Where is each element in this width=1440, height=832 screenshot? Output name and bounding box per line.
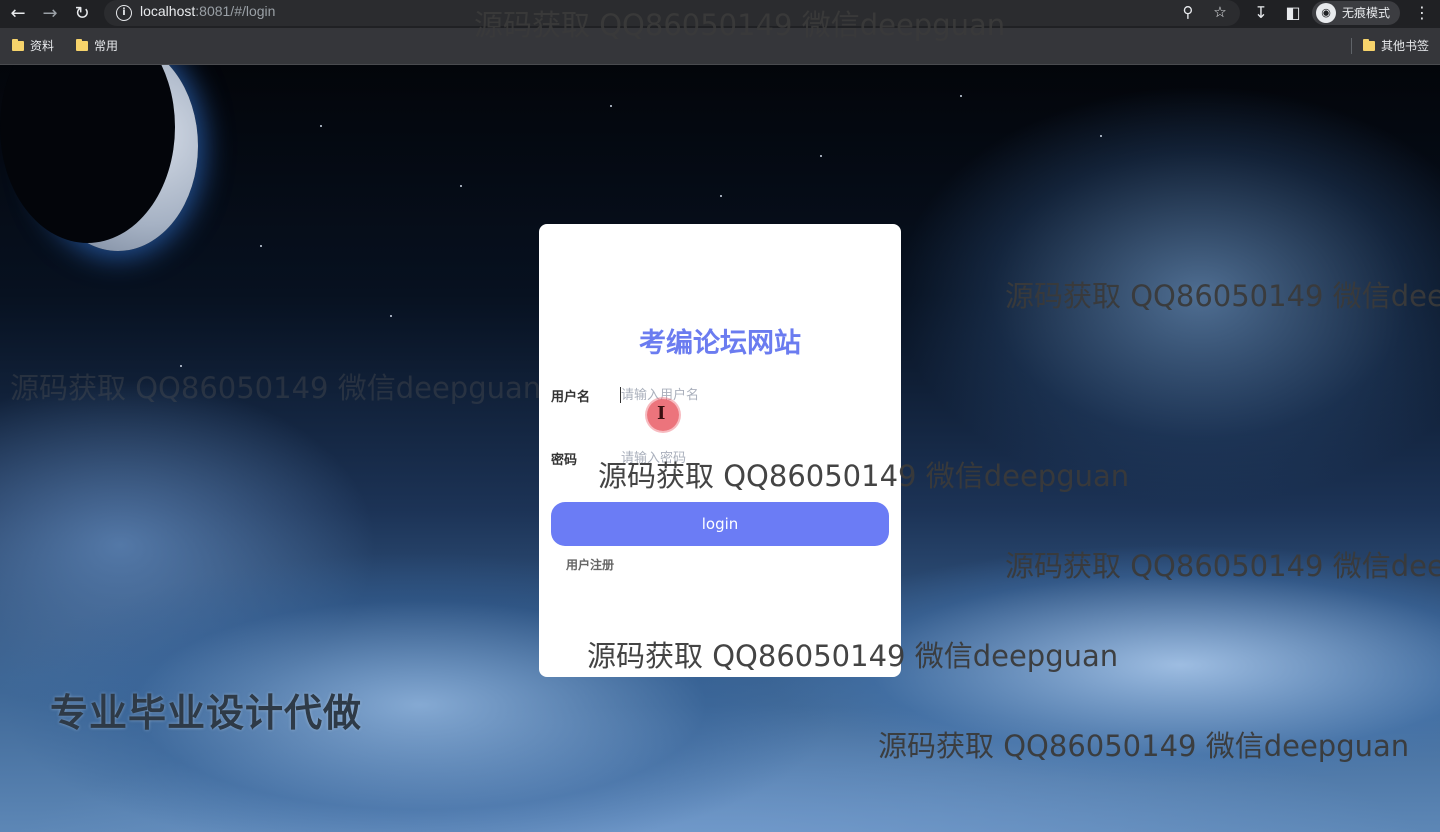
watermark-text: 源码获取 QQ86050149 微信deepguan — [1005, 549, 1440, 583]
reload-icon[interactable]: ↻ — [70, 2, 94, 26]
bookmark-folder-changyong[interactable]: 常用 — [76, 37, 118, 54]
star — [260, 245, 262, 247]
password-label: 密码 — [551, 453, 578, 468]
forward-arrow-icon[interactable]: → — [38, 2, 62, 26]
star — [320, 125, 322, 127]
star — [820, 155, 822, 157]
star — [1100, 135, 1102, 137]
watermark-text: 源码获取 QQ86050149 微信deepguan — [1005, 279, 1440, 313]
bookmark-divider — [1351, 38, 1352, 54]
register-link[interactable]: 用户注册 — [566, 556, 614, 573]
page-title: 考编论坛网站 — [639, 328, 801, 359]
login-page-background: 考编论坛网站 用户名 密码 login 用户注册 I 源码获取 QQ860501… — [0, 65, 1440, 832]
star — [460, 185, 462, 187]
side-panel-icon[interactable]: ◧ — [1282, 3, 1304, 22]
incognito-icon: ◉ — [1316, 3, 1336, 23]
star — [390, 315, 392, 317]
star — [610, 105, 612, 107]
folder-icon — [76, 38, 88, 51]
other-bookmarks[interactable]: 其他书签 — [1363, 37, 1429, 54]
username-label: 用户名 — [551, 390, 591, 405]
back-arrow-icon[interactable]: ← — [6, 2, 30, 26]
incognito-badge[interactable]: ◉ 无痕模式 — [1312, 1, 1401, 25]
address-url[interactable]: localhost:8081/#/login — [140, 3, 275, 19]
star-bookmark-icon[interactable]: ☆ — [1210, 3, 1230, 21]
bookmark-label: 常用 — [94, 39, 119, 53]
bookmark-folder-ziliao[interactable]: 资料 — [12, 37, 54, 54]
watermark-text: 源码获取 QQ86050149 微信deepguan — [474, 8, 1006, 42]
watermark-text: 源码获取 QQ86050149 微信deepguan — [587, 639, 1119, 673]
more-menu-icon[interactable]: ⋮ — [1411, 3, 1433, 22]
promo-text: 专业毕业设计代做 — [50, 691, 363, 735]
bookmark-label: 资料 — [30, 39, 55, 53]
star — [960, 95, 962, 97]
watermark-text: 源码获取 QQ86050149 微信deepguan — [878, 729, 1410, 763]
download-icon[interactable]: ↧ — [1250, 3, 1272, 22]
other-bookmarks-label: 其他书签 — [1381, 39, 1430, 53]
watermark-text: 源码获取 QQ86050149 微信deepguan — [598, 459, 1130, 493]
folder-icon — [1363, 38, 1375, 51]
site-info-icon[interactable]: i — [116, 5, 132, 21]
login-button[interactable]: login — [551, 502, 889, 546]
incognito-label: 无痕模式 — [1342, 6, 1391, 20]
star — [720, 195, 722, 197]
watermark-text-faint: 源码获取 QQ86050149 微信deepguan — [10, 371, 542, 405]
text-caret — [620, 387, 621, 403]
folder-icon — [12, 38, 24, 51]
key-icon[interactable]: ⚲ — [1178, 3, 1198, 21]
login-card: 考编论坛网站 用户名 密码 login 用户注册 — [539, 224, 901, 677]
text-cursor-icon: I — [657, 403, 666, 424]
